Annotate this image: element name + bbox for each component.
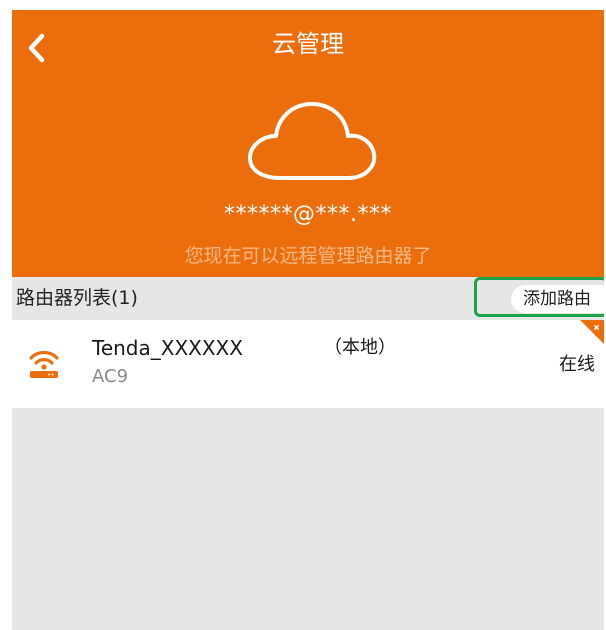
router-local-tag: （本地）: [324, 337, 396, 358]
router-wifi-icon: [29, 350, 59, 378]
corner-badge-icon: [580, 320, 604, 344]
router-name: Tenda_XXXXXX: [92, 336, 243, 360]
add-router-button[interactable]: 添加路由: [474, 277, 604, 317]
router-list-header: 路由器列表(1) 添加路由: [12, 277, 604, 320]
cloud-management-screen: 云管理 ******@***.*** 您现在可以远程管理路由器了 路由器列表(1…: [12, 10, 604, 630]
router-list-item[interactable]: Tenda_XXXXXX AC9 （本地） 在线: [12, 320, 604, 408]
account-email: ******@***.***: [224, 202, 392, 227]
header: 云管理 ******@***.*** 您现在可以远程管理路由器了: [12, 10, 604, 277]
page-title: 云管理: [272, 30, 344, 58]
add-router-label: 添加路由: [523, 289, 591, 309]
cloud-icon: [248, 102, 377, 180]
remote-manage-hint: 您现在可以远程管理路由器了: [184, 245, 432, 267]
router-list-title: 路由器列表(1): [16, 287, 138, 309]
router-model: AC9: [92, 366, 129, 387]
router-status: 在线: [559, 354, 595, 375]
